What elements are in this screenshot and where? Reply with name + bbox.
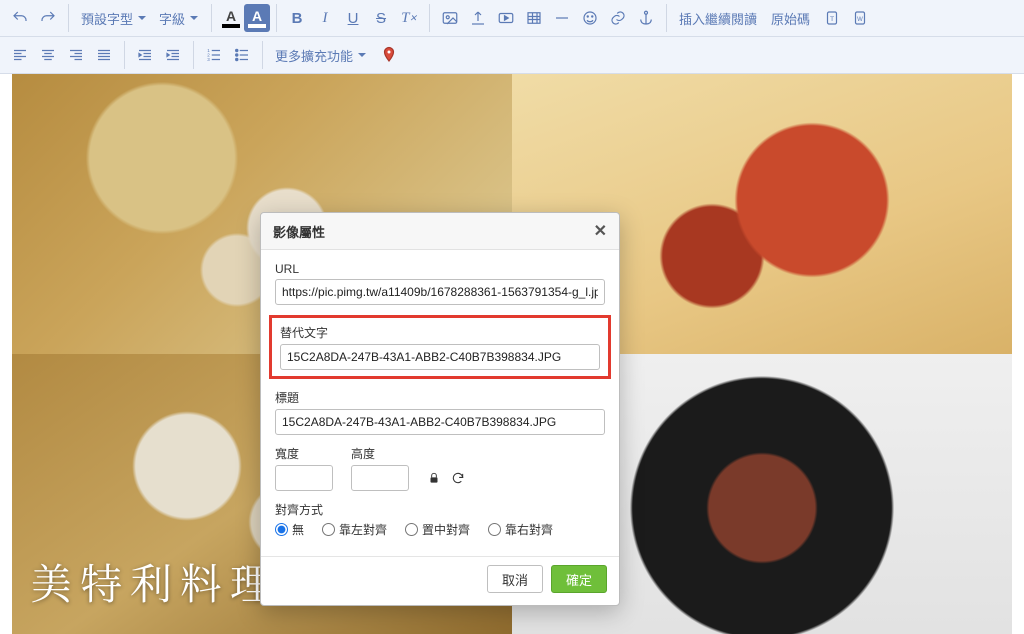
dialog-body: URL 替代文字 標題 寬度 高度 <box>261 250 619 556</box>
close-icon[interactable]: ✕ <box>594 221 607 241</box>
image-properties-dialog: 影像屬性 ✕ URL 替代文字 標題 寬度 高度 <box>260 212 620 606</box>
width-input[interactable] <box>275 465 333 491</box>
map-pin-icon[interactable] <box>375 41 403 69</box>
editor-area: 美特利料理廚房 影像屬性 ✕ URL 替代文字 標題 寬度 <box>0 74 1024 634</box>
cancel-button[interactable]: 取消 <box>487 565 543 593</box>
video-icon[interactable] <box>492 4 520 32</box>
text-color-letter: A <box>226 9 236 23</box>
url-input[interactable] <box>275 279 605 305</box>
font-preset-select[interactable]: 預設字型 <box>75 4 153 32</box>
unordered-list-icon[interactable] <box>228 41 256 69</box>
align-justify-icon[interactable] <box>90 41 118 69</box>
align-none-radio[interactable]: 無 <box>275 521 304 538</box>
image-icon[interactable] <box>436 4 464 32</box>
alt-label: 替代文字 <box>280 324 600 341</box>
bg-color-button[interactable]: A <box>244 4 270 32</box>
style-group: B I U S T✕ <box>283 4 430 32</box>
align-right-icon[interactable] <box>62 41 90 69</box>
insert-readmore-button[interactable]: 插入繼續閱讀 <box>673 9 763 28</box>
align-center-icon[interactable] <box>34 41 62 69</box>
indent-icon[interactable] <box>159 41 187 69</box>
toolbar-row-2: 123 更多擴充功能 <box>0 37 1024 74</box>
link-icon[interactable] <box>604 4 632 32</box>
url-label: URL <box>275 262 605 276</box>
align-label: 對齊方式 <box>275 501 605 518</box>
clear-format-button[interactable]: T✕ <box>395 4 423 32</box>
bg-color-letter: A <box>252 9 262 23</box>
paste-text-icon[interactable]: T <box>818 4 846 32</box>
paste-word-icon[interactable]: W <box>846 4 874 32</box>
lock-icon[interactable] <box>427 471 441 488</box>
template-group: T W <box>818 4 880 32</box>
upload-icon[interactable] <box>464 4 492 32</box>
align-right-radio[interactable]: 靠右對齊 <box>488 521 553 538</box>
url-field: URL <box>275 262 605 305</box>
alt-input[interactable] <box>280 344 600 370</box>
align-center-radio[interactable]: 置中對齊 <box>405 521 470 538</box>
color-group: A A <box>218 4 277 32</box>
font-preset-label: 預設字型 <box>81 9 133 28</box>
svg-text:W: W <box>857 17 863 23</box>
alt-text-highlight: 替代文字 <box>269 315 611 379</box>
svg-text:T: T <box>830 16 834 23</box>
anchor-icon[interactable] <box>632 4 660 32</box>
history-group <box>6 4 69 32</box>
dimensions-row: 寬度 高度 <box>275 445 605 491</box>
more-extensions-label: 更多擴充功能 <box>275 46 353 65</box>
height-input[interactable] <box>351 465 409 491</box>
align-field: 對齊方式 無 靠左對齊 置中對齊 靠右對齊 <box>275 501 605 538</box>
ordered-list-icon[interactable]: 123 <box>200 41 228 69</box>
align-left-radio[interactable]: 靠左對齊 <box>322 521 387 538</box>
indent-group <box>131 41 194 69</box>
caption-label: 標題 <box>275 389 605 406</box>
toolbar-row-1: 預設字型 字級 A A B I U S T✕ 插入繼續閱讀 原始碼 T W <box>0 0 1024 37</box>
dialog-footer: 取消 確定 <box>261 556 619 605</box>
text-color-button[interactable]: A <box>218 4 244 32</box>
outdent-icon[interactable] <box>131 41 159 69</box>
reset-icon[interactable] <box>451 471 465 488</box>
dialog-title: 影像屬性 <box>273 222 325 241</box>
strikethrough-button[interactable]: S <box>367 4 395 32</box>
bold-button[interactable]: B <box>283 4 311 32</box>
ok-button[interactable]: 確定 <box>551 565 607 593</box>
more-extensions-select[interactable]: 更多擴充功能 <box>269 41 373 69</box>
undo-button[interactable] <box>6 4 34 32</box>
font-size-label: 字級 <box>159 9 185 28</box>
align-left-icon[interactable] <box>6 41 34 69</box>
underline-button[interactable]: U <box>339 4 367 32</box>
source-code-button[interactable]: 原始碼 <box>765 9 816 28</box>
emoji-icon[interactable] <box>576 4 604 32</box>
svg-text:3: 3 <box>207 57 210 62</box>
insert-group <box>436 4 667 32</box>
caption-field: 標題 <box>275 389 605 435</box>
hr-icon[interactable] <box>548 4 576 32</box>
list-group: 123 <box>200 41 263 69</box>
italic-button[interactable]: I <box>311 4 339 32</box>
align-group <box>6 41 125 69</box>
height-label: 高度 <box>351 445 409 462</box>
width-label: 寬度 <box>275 445 333 462</box>
table-icon[interactable] <box>520 4 548 32</box>
redo-button[interactable] <box>34 4 62 32</box>
caption-input[interactable] <box>275 409 605 435</box>
dialog-titlebar[interactable]: 影像屬性 ✕ <box>261 213 619 250</box>
font-size-select[interactable]: 字級 <box>153 4 205 32</box>
font-group: 預設字型 字級 <box>75 4 212 32</box>
